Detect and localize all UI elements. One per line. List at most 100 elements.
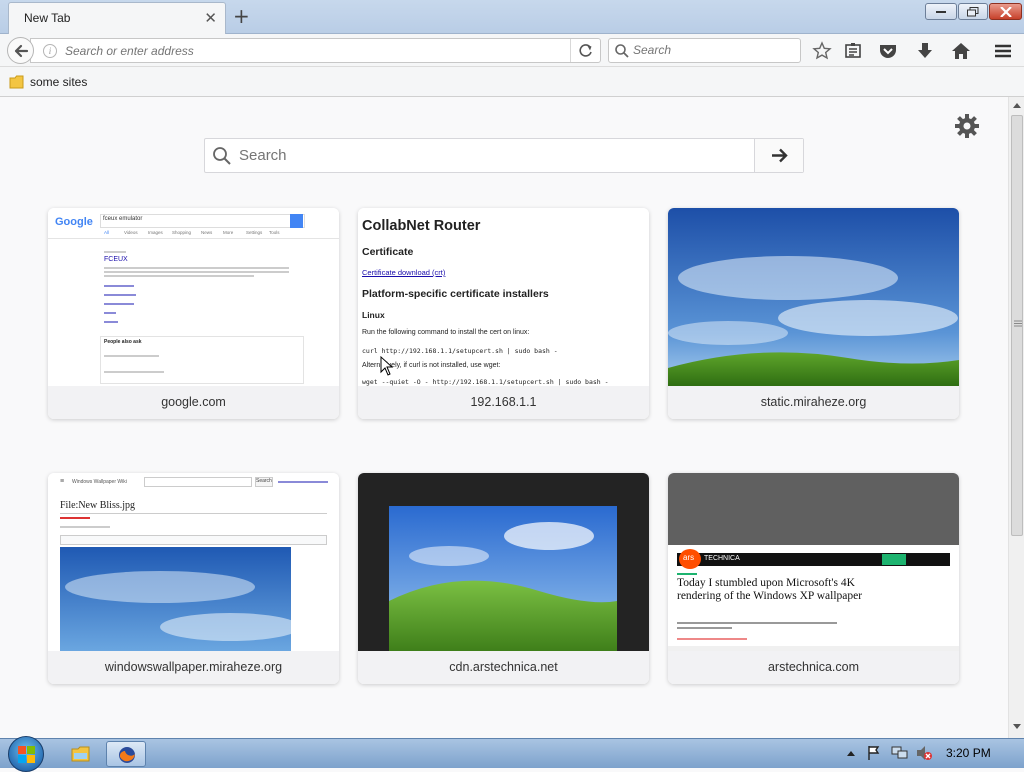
search-icon [213,147,231,165]
restore-icon [967,6,979,16]
google-tab-news: News [201,230,213,235]
tile-label: google.com [48,386,339,419]
router-linux-heading: Linux [362,310,385,320]
router-cmd1: curl http://192.168.1.1/setupcert.sh | s… [362,347,558,355]
search-go-button[interactable] [754,139,803,172]
search-input[interactable] [633,43,793,57]
top-site-tile-router[interactable]: CollabNet Router Certificate Certificate… [358,208,649,419]
tile-thumbnail: Google fceux emulator All Videos Images … [48,208,339,386]
gear-icon[interactable] [953,112,981,140]
google-tab-all: All [104,230,110,235]
google-tab-settings: Settings [246,230,263,235]
home-icon[interactable] [950,40,972,62]
wiki-page-title: File:New Bliss.jpg [60,500,136,511]
hamburger-menu-icon: ≡ [60,478,65,485]
pocket-icon[interactable] [877,40,899,62]
navigation-toolbar: i [0,34,1024,67]
restore-button[interactable] [958,3,988,20]
google-logo: Google [55,216,93,228]
router-cert-heading: Certificate [362,246,414,258]
info-icon[interactable]: i [43,44,57,58]
close-tab-icon[interactable]: ✕ [204,9,217,27]
back-button[interactable] [7,37,34,64]
tile-thumbnail [358,473,649,651]
reload-icon [579,44,592,57]
windows-logo-icon [18,746,35,763]
back-arrow-icon [14,44,29,58]
close-icon [999,6,1012,17]
scroll-down-icon[interactable] [1012,723,1022,731]
newtab-search-input[interactable] [239,147,739,164]
router-cmd2: wget --quiet -O - http://192.168.1.1/set… [362,378,609,386]
windows-taskbar: 3:20 PM [0,736,1024,772]
google-tab-images: Images [148,230,163,235]
top-site-tile-windowswallpaper[interactable]: ≡ Windows Wallpaper Wiki Search File:New… [48,473,339,684]
action-center-flag-icon[interactable] [866,745,882,761]
folder-icon [71,746,90,762]
scrollbar-thumb[interactable] [1011,115,1023,536]
mouse-cursor-icon [380,356,394,376]
tile-label: arstechnica.com [668,651,959,684]
router-platform-heading: Platform-specific certificate installers [362,288,549,300]
google-paa: People also ask [104,339,142,345]
google-search-button [290,214,303,228]
bookmarks-menu-icon[interactable] [842,40,864,62]
bliss-image [389,506,617,651]
wiki-site-name: Windows Wallpaper Wiki [72,479,127,485]
vertical-scrollbar[interactable] [1008,97,1024,738]
tile-label: windowswallpaper.miraheze.org [48,651,339,684]
tile-thumbnail: ≡ Windows Wallpaper Wiki Search File:New… [48,473,339,651]
volume-muted-icon[interactable] [915,745,933,761]
downloads-icon[interactable] [914,40,936,62]
minimize-icon [936,10,946,13]
taskbar-clock[interactable]: 3:20 PM [946,746,991,760]
bookmark-folder-label: some sites [30,75,88,89]
top-site-tile-arstechnica[interactable]: ars TECHNICA Today I stumbled upon Micro… [668,473,959,684]
google-tab-videos: Videos [124,230,138,235]
newtab-search-box[interactable] [204,138,804,173]
tile-label: 192.168.1.1 [358,386,649,419]
router-p1: Run the following command to install the… [362,329,530,336]
taskbar-explorer-button[interactable] [60,741,100,767]
tile-thumbnail: CollabNet Router Certificate Certificate… [358,208,649,386]
url-input[interactable] [65,42,555,60]
tab-strip: New Tab ✕ + [0,0,1024,34]
search-icon [615,44,629,58]
tab-title: New Tab [24,11,71,25]
bookmark-star-icon[interactable] [811,40,833,62]
firefox-icon [119,747,135,763]
top-site-tile-cdn-arstechnica[interactable]: cdn.arstechnica.net [358,473,649,684]
google-tab-shopping: Shopping [172,230,192,235]
tile-thumbnail [668,208,959,386]
window-close-button[interactable] [989,3,1022,20]
reload-button[interactable] [570,39,600,62]
top-site-tile-static-miraheze[interactable]: static.miraheze.org [668,208,959,419]
hamburger-menu-icon[interactable] [992,40,1014,62]
scroll-up-icon[interactable] [1012,101,1022,109]
google-query: fceux emulator [103,216,143,222]
taskbar-firefox-button[interactable] [106,741,146,767]
search-bar[interactable] [608,38,801,63]
new-tab-plus-icon[interactable]: + [233,4,250,28]
minimize-button[interactable] [925,3,957,20]
top-site-tile-google[interactable]: Google fceux emulator All Videos Images … [48,208,339,419]
ars-brand: TECHNICA [704,555,740,562]
google-tab-tools: Tools [269,230,280,235]
network-icon[interactable] [891,745,909,761]
grip-icon [1014,320,1022,327]
tile-thumbnail: ars TECHNICA Today I stumbled upon Micro… [668,473,959,651]
folder-icon [9,75,24,89]
google-tab-more: More [223,230,234,235]
start-button[interactable] [8,736,44,772]
ars-logo-text: ars [683,553,695,562]
landscape-image [668,208,959,386]
new-tab-page: Google fceux emulator All Videos Images … [0,97,1008,738]
tab-new-tab[interactable]: New Tab ✕ [8,2,226,34]
url-bar[interactable]: i [30,38,601,63]
tile-label: static.miraheze.org [668,386,959,419]
wallpaper-preview-image [60,547,291,651]
tile-label: cdn.arstechnica.net [358,651,649,684]
show-hidden-icons-icon[interactable] [846,749,856,757]
ars-headline: Today I stumbled upon Microsoft's 4K ren… [677,577,863,602]
bookmarks-toolbar: some sites [0,67,1024,97]
